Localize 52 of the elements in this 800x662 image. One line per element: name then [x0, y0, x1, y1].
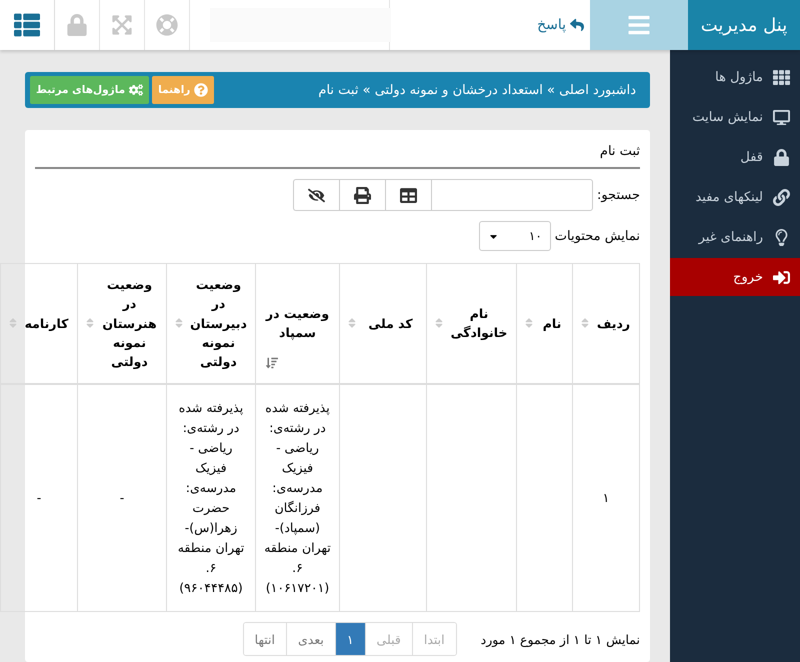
hide-button[interactable]	[292, 179, 339, 211]
column-header[interactable]: کارنامه	[0, 264, 78, 384]
sidebar-item[interactable]: لینکهای مفید	[670, 178, 800, 216]
card-title: ثبت نام	[35, 138, 640, 169]
reply-icon	[570, 18, 584, 32]
reply-link[interactable]: پاسخ	[531, 0, 590, 50]
table-cell: -	[78, 384, 166, 612]
table-cell: ۱	[572, 384, 640, 612]
link-icon	[773, 188, 790, 206]
sidebar-item[interactable]: نمایش سایت	[670, 98, 800, 136]
print-button[interactable]	[338, 179, 385, 211]
page-size-label: نمایش محتویات	[554, 228, 640, 244]
column-header[interactable]: ردیف	[572, 264, 640, 384]
table-button[interactable]	[384, 179, 431, 211]
sidebar-item[interactable]: قفل	[670, 138, 800, 176]
list-icon	[14, 12, 40, 38]
column-header[interactable]: وضعیت در دبیرستان نمونه دولتی	[166, 264, 256, 384]
table-cell: پذیرفته شده در رشته‌ی: ریاضی - فیزیک مدرسه‌ی: حضرت زهرا(س)- تهران منطقه ۶. (۹۶۰۴۴۴۸۵)	[166, 384, 256, 612]
table-cell: پذیرفته شده در رشته‌ی: ریاضی - فیزیک مدرسه‌ی: فرزانگان (سمپاد)- تهران منطقه ۶. (۱۰۶۱۷۲۰۱)	[256, 384, 340, 612]
sign-in-icon	[773, 268, 790, 286]
page-size-select[interactable]: ۱۰	[478, 221, 551, 251]
menu-button[interactable]	[0, 0, 55, 50]
lock-icon	[773, 148, 790, 166]
sidebar-item[interactable]: ماژول ها	[670, 58, 800, 96]
column-header[interactable]: نام خانوادگی	[426, 264, 516, 384]
column-header[interactable]: نام	[516, 264, 572, 384]
search-label: جستجو:	[596, 188, 640, 202]
menu-icon	[627, 13, 651, 37]
sidebar-item[interactable]: خروج	[670, 258, 800, 296]
breadcrumb-text: داشبورد اصلی » استعداد درخشان و نمونه دولتی » ثبت نام	[318, 82, 636, 98]
printer-icon	[354, 186, 371, 204]
lightbulb-icon	[773, 228, 790, 246]
eye-slash-icon	[308, 186, 325, 204]
column-header[interactable]: وضعیت در سمپاد	[256, 264, 340, 384]
table-cell: -	[0, 384, 78, 612]
expand-icon	[111, 14, 133, 36]
lock-icon	[66, 14, 88, 36]
grid-icon	[773, 68, 790, 86]
input-field[interactable]	[210, 8, 391, 42]
table-icon	[400, 186, 417, 204]
question-icon	[194, 83, 208, 97]
sidebar-item[interactable]: راهنمای غیر	[670, 218, 800, 256]
brand-title: پنل مدیریت	[688, 0, 800, 50]
table-info: نمایش ۱ تا ۱ از مجموع ۱ مورد	[480, 632, 640, 646]
column-header[interactable]: وضعیت در هنرستان نمونه دولتی	[78, 264, 166, 384]
search-field[interactable]	[430, 179, 593, 211]
column-header[interactable]: کد ملی	[340, 264, 426, 384]
monitor-icon	[773, 108, 790, 126]
page-button[interactable]: ۱	[334, 623, 365, 655]
menu-toggle-button[interactable]	[590, 0, 688, 50]
gears-icon	[129, 83, 144, 97]
lifebuoy-icon	[156, 14, 178, 36]
